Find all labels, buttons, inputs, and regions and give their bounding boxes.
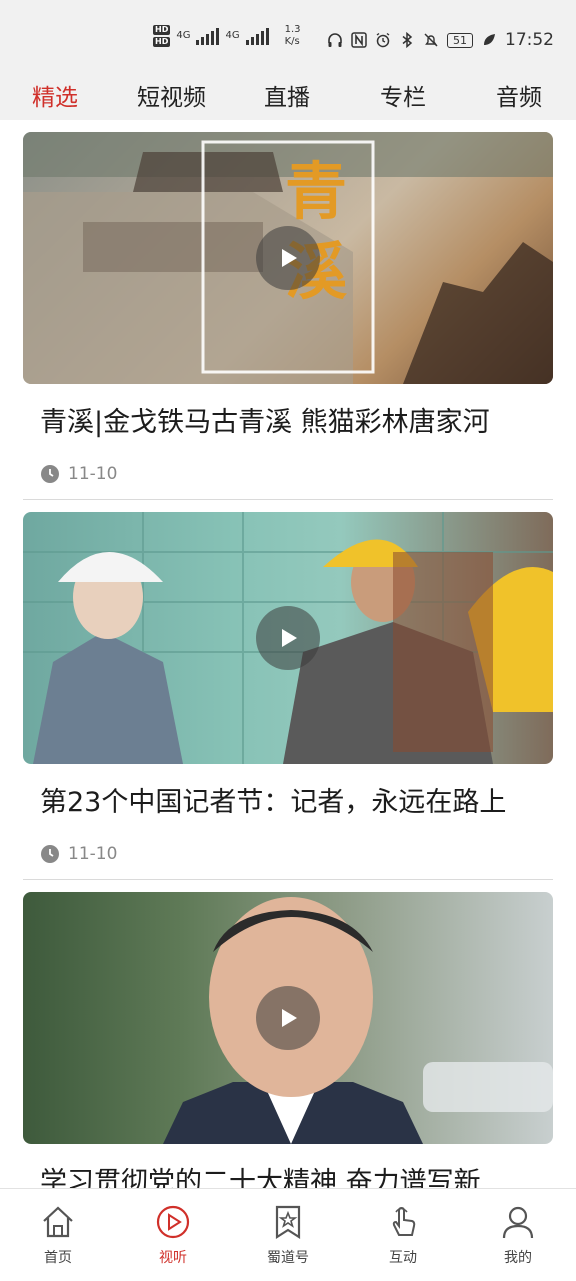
clock: 17:52 [505, 30, 554, 50]
date-text: 11-10 [68, 844, 118, 864]
bottom-nav: 首页 视听 蜀道号 互动 我的 [0, 1188, 576, 1281]
publish-date: 11-10 [40, 464, 117, 484]
play-icon [282, 249, 297, 267]
bell-mute-icon [424, 33, 438, 47]
play-button[interactable] [256, 986, 320, 1050]
nav-label: 视听 [159, 1250, 187, 1266]
nav-mine[interactable]: 我的 [478, 1203, 558, 1267]
channel-tabs: 精选 短视频 直播 专栏 音频 [0, 72, 576, 120]
hd-badge: HD [153, 37, 171, 47]
speed-value: 1.3 [284, 24, 301, 35]
bookmark-star-icon [275, 1205, 301, 1240]
tab-column[interactable]: 专栏 [380, 78, 426, 112]
tab-live[interactable]: 直播 [264, 78, 310, 112]
divider [23, 499, 553, 500]
user-icon [502, 1206, 534, 1239]
network-type: 4G [176, 30, 191, 41]
play-icon [282, 629, 297, 647]
play-button[interactable] [256, 606, 320, 670]
bluetooth-icon [402, 32, 413, 48]
hd-badge: HD [153, 25, 171, 35]
tab-short-video[interactable]: 短视频 [137, 78, 206, 112]
alarm-icon [376, 32, 390, 48]
nfc-icon [351, 32, 367, 48]
play-circle-icon [156, 1205, 190, 1239]
network-type: 4G [225, 30, 240, 41]
nav-interact[interactable]: 互动 [363, 1203, 443, 1267]
hd-badges: HD HD [153, 25, 171, 47]
signal-group: HD HD 4G 4G 1.3 K/s [153, 24, 301, 48]
play-button[interactable] [256, 226, 320, 290]
headphones-icon [328, 33, 342, 47]
date-text: 11-10 [68, 464, 118, 484]
nav-label: 首页 [44, 1250, 72, 1266]
nav-audio-video[interactable]: 视听 [133, 1203, 213, 1267]
speed-unit: K/s [284, 36, 300, 47]
clock-icon [41, 465, 59, 483]
battery-indicator: 51 [447, 32, 473, 48]
clock-icon [41, 845, 59, 863]
home-icon [43, 1206, 73, 1238]
status-icons: 51 17:52 [327, 30, 554, 50]
video-title[interactable]: 青溪|金戈铁马古青溪 熊猫彩林唐家河 [40, 400, 490, 439]
network-speed: 1.3 K/s [285, 24, 301, 48]
status-bar: HD HD 4G 4G 1.3 K/s 51 17:52 [0, 0, 576, 72]
video-thumbnail[interactable] [23, 512, 553, 764]
play-icon [282, 1009, 297, 1027]
nav-home[interactable]: 首页 [18, 1203, 98, 1267]
video-card[interactable]: 第23个中国记者节：记者，永远在路上 11-10 [23, 512, 553, 880]
nav-label: 互动 [389, 1250, 417, 1266]
signal-icon [245, 27, 269, 45]
tab-featured[interactable]: 精选 [32, 78, 78, 112]
video-title[interactable]: 第23个中国记者节：记者，永远在路上 [40, 780, 506, 819]
nav-label: 我的 [504, 1250, 532, 1266]
video-thumbnail[interactable] [23, 892, 553, 1144]
tab-audio[interactable]: 音频 [496, 78, 542, 112]
leaf-icon [484, 34, 495, 45]
hand-tap-icon [392, 1206, 416, 1236]
video-card[interactable]: 青溪 青溪|金戈铁马古青溪 熊猫彩林唐家河 11-10 [23, 132, 553, 500]
signal-icon [196, 27, 220, 45]
video-card[interactable]: 学习贯彻党的二十大精神 奋力谱写新 [23, 892, 553, 1198]
publish-date: 11-10 [40, 844, 117, 864]
divider [23, 879, 553, 880]
nav-label: 蜀道号 [267, 1250, 309, 1266]
nav-shudao[interactable]: 蜀道号 [248, 1203, 328, 1267]
video-thumbnail[interactable]: 青溪 [23, 132, 553, 384]
